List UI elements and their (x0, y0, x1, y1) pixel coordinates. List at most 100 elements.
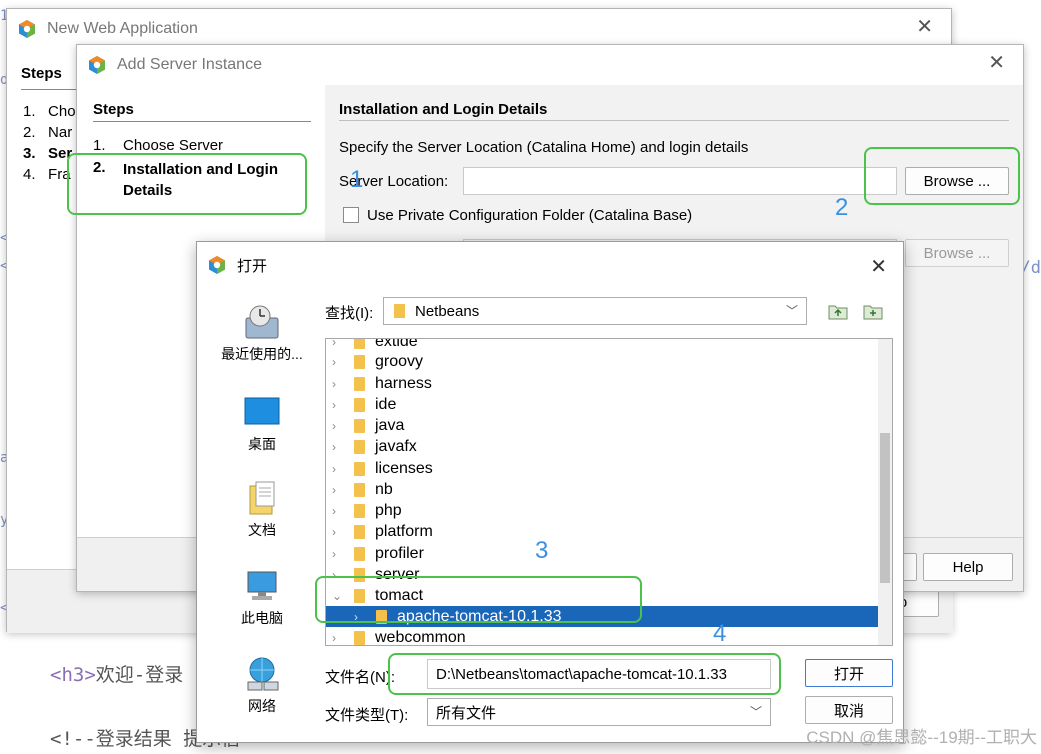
cancel-button[interactable]: 取消 (805, 696, 893, 724)
folder-icon (354, 524, 365, 539)
place-desktop[interactable]: 桌面 (207, 394, 317, 454)
step-item: 2. Nar (23, 124, 73, 141)
title-bar: 打开 ✕ (197, 242, 903, 288)
tree-row[interactable]: › extide (326, 338, 892, 352)
browse-button-disabled: Browse ... (905, 239, 1009, 267)
window-title: New Web Application (47, 20, 198, 37)
tree-row[interactable]: › platform (326, 521, 892, 542)
folder-icon (354, 461, 365, 476)
chevron-right-icon: › (332, 376, 336, 391)
annotation-number: 3 (535, 537, 549, 564)
new-folder-icon[interactable] (862, 301, 884, 321)
server-location-input[interactable] (463, 167, 897, 195)
folder-icon (354, 376, 365, 391)
folder-icon (354, 546, 365, 561)
steps-heading: Steps (93, 101, 134, 118)
divider (21, 89, 77, 90)
place-documents[interactable]: 文档 (207, 480, 317, 540)
step-item: 1. (93, 137, 106, 154)
title-bar: Add Server Instance ✕ (77, 45, 1023, 85)
help-button[interactable]: Help (923, 553, 1013, 581)
chevron-down-icon: ﹀ (749, 705, 762, 719)
tree-row[interactable]: › php (326, 500, 892, 521)
tree-row[interactable]: › javafx (326, 436, 892, 457)
netbeans-logo-icon (87, 55, 107, 75)
netbeans-logo-icon (17, 19, 37, 39)
chevron-right-icon: › (332, 546, 336, 561)
filename-label: 文件名(N): (325, 669, 395, 686)
tree-row[interactable]: › licenses (326, 458, 892, 479)
chevron-right-icon: › (332, 354, 336, 369)
tree-row[interactable]: › harness (326, 373, 892, 394)
dialog-title: 打开 (237, 257, 268, 275)
chevron-right-icon: › (332, 503, 336, 518)
tree-row[interactable]: › profiler (326, 543, 892, 564)
title-bar: New Web Application ✕ (7, 9, 951, 49)
folder-icon (354, 397, 365, 412)
tree-row[interactable]: › groovy (326, 351, 892, 372)
filetype-combobox[interactable]: 所有文件 ﹀ (427, 698, 771, 726)
steps-heading: Steps (21, 65, 62, 82)
folder-icon (354, 482, 365, 497)
folder-icon (354, 339, 365, 349)
filetype-label: 文件类型(T): (325, 707, 409, 724)
place-label: 桌面 (248, 436, 276, 452)
step-item: 1. Cho (23, 103, 76, 120)
chevron-right-icon: › (332, 439, 336, 454)
place-label: 此电脑 (241, 610, 283, 626)
folder-icon (394, 304, 405, 318)
up-folder-icon[interactable] (827, 301, 849, 321)
chevron-right-icon: › (332, 630, 336, 645)
annotation-box-browse (864, 147, 1020, 205)
annotation-box-tree (315, 576, 642, 623)
open-button[interactable]: 打开 (805, 659, 893, 687)
annotation-number: 4 (713, 620, 727, 647)
watermark-text: CSDN @焦思懿--19期--工职大 (806, 728, 1037, 747)
folder-icon (354, 439, 365, 454)
folder-icon (354, 418, 365, 433)
folder-icon (354, 354, 365, 369)
netbeans-logo-icon (207, 255, 227, 275)
place-recent[interactable]: 最近使用的... (207, 304, 317, 364)
documents-icon (242, 480, 282, 516)
step-label: Choose Server (123, 137, 224, 154)
place-this-pc[interactable]: 此电脑 (207, 568, 317, 628)
chevron-right-icon: › (332, 397, 336, 412)
folder-icon (354, 630, 365, 645)
chevron-right-icon: › (332, 338, 336, 349)
chevron-right-icon: › (332, 524, 336, 539)
lookin-label: 查找(I): (325, 305, 374, 322)
divider (93, 121, 311, 122)
chevron-down-icon: ﹀ (785, 304, 798, 318)
private-config-checkbox[interactable] (343, 207, 359, 223)
network-icon (242, 656, 282, 692)
place-network[interactable]: 网络 (207, 656, 317, 716)
place-label: 文档 (248, 522, 276, 538)
description-text: Specify the Server Location (Catalina Ho… (339, 139, 749, 156)
steps-panel: Steps 1. Cho 2. Nar 3. Ser 4. Fra (7, 49, 77, 569)
divider (339, 120, 1009, 121)
chevron-right-icon: › (332, 461, 336, 476)
code-line-h3: <h3>欢迎-登录 (50, 664, 184, 686)
scrollbar-thumb[interactable] (880, 433, 890, 583)
lookin-combobox[interactable]: Netbeans ﹀ (383, 297, 807, 325)
close-icon[interactable]: ✕ (988, 53, 1005, 73)
tree-row[interactable]: › ide (326, 394, 892, 415)
tree-row[interactable]: › nb (326, 479, 892, 500)
tree-scrollbar[interactable] (878, 339, 892, 645)
close-icon[interactable]: ✕ (870, 254, 887, 279)
filetype-value: 所有文件 (436, 704, 497, 722)
section-title: Installation and Login Details (339, 101, 548, 118)
recent-icon (242, 304, 282, 340)
place-label: 网络 (248, 698, 276, 714)
tree-row[interactable]: › webcommon (326, 627, 892, 646)
close-icon[interactable]: ✕ (916, 17, 933, 37)
annotation-box-steps (67, 153, 307, 215)
this-pc-icon (242, 568, 282, 604)
annotation-box-filename (388, 653, 781, 695)
place-label: 最近使用的... (221, 346, 303, 362)
desktop-icon (242, 394, 282, 430)
chevron-right-icon: › (332, 418, 336, 433)
annotation-number: 1 (350, 166, 364, 193)
tree-row[interactable]: › java (326, 415, 892, 436)
